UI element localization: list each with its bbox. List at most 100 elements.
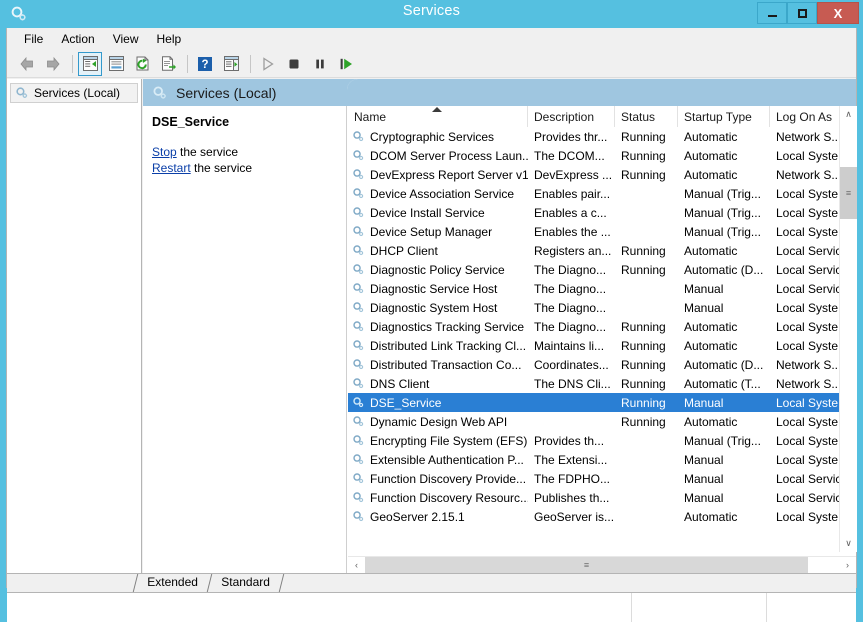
table-row[interactable]: Device Setup Manager Enables the ... Manua… bbox=[348, 222, 839, 241]
cell-log-on-as: Local Servic bbox=[776, 262, 839, 277]
maximize-button[interactable] bbox=[787, 2, 817, 24]
cell-status: Running bbox=[621, 376, 666, 391]
column-header-log-on-as[interactable]: Log On As bbox=[770, 106, 839, 127]
cell-startup-type: Manual (Trig... bbox=[684, 224, 761, 239]
cell-startup-type: Automatic bbox=[684, 414, 738, 429]
cell-log-on-as: Local Syste.. bbox=[776, 433, 839, 448]
service-name-text: Diagnostic System Host bbox=[370, 300, 498, 315]
cell-startup-type: Automatic bbox=[684, 148, 738, 163]
cell-description: The Diagno... bbox=[534, 319, 607, 334]
service-name-text: Dynamic Design Web API bbox=[370, 414, 508, 429]
cell-startup-type: Manual bbox=[684, 281, 724, 296]
table-row[interactable]: GeoServer 2.15.1 GeoServer is... Automatic… bbox=[348, 507, 839, 526]
stop-service-link[interactable]: Stop bbox=[152, 145, 177, 159]
vertical-scrollbar[interactable]: ∧ ≡ ∨ bbox=[839, 106, 857, 552]
tab-standard[interactable]: Standard bbox=[206, 574, 284, 592]
cell-log-on-as: Local Syste.. bbox=[776, 395, 839, 410]
scroll-down-button[interactable]: ∨ bbox=[840, 535, 857, 552]
column-header-startup-type[interactable]: Startup Type bbox=[678, 106, 770, 127]
table-row[interactable]: Device Association Service Enables pair..… bbox=[348, 184, 839, 203]
export-list-button[interactable] bbox=[156, 52, 180, 76]
scroll-right-button[interactable]: › bbox=[839, 556, 856, 574]
scroll-left-button[interactable]: ‹ bbox=[348, 556, 365, 574]
table-row[interactable]: Diagnostics Tracking Service The Diagno..… bbox=[348, 317, 839, 336]
restart-service-link[interactable]: Restart bbox=[152, 161, 191, 175]
forward-button[interactable] bbox=[41, 52, 65, 76]
table-row[interactable]: Function Discovery Provide... The FDPHO..… bbox=[348, 469, 839, 488]
cell-log-on-as: Local Servic bbox=[776, 243, 839, 258]
table-row[interactable]: Cryptographic Services Provides thr... Run… bbox=[348, 127, 839, 146]
menu-file[interactable]: File bbox=[15, 30, 52, 48]
table-row[interactable]: Distributed Transaction Co... Coordinates… bbox=[348, 355, 839, 374]
cell-description: The FDPHO... bbox=[534, 471, 611, 486]
properties-button[interactable] bbox=[104, 52, 128, 76]
table-row[interactable]: Distributed Link Tracking Cl... Maintains… bbox=[348, 336, 839, 355]
help-button[interactable]: ? bbox=[193, 52, 217, 76]
service-name-text: Extensible Authentication P... bbox=[370, 452, 524, 467]
table-row[interactable]: Function Discovery Resourc... Publishes t… bbox=[348, 488, 839, 507]
service-gear-icon bbox=[352, 453, 365, 466]
table-row[interactable]: DevExpress Report Server v1... DevExpress… bbox=[348, 165, 839, 184]
details-pane: Services (Local) DSE_Service Stop the se… bbox=[143, 79, 857, 574]
vertical-scroll-thumb[interactable]: ≡ bbox=[840, 167, 857, 219]
minimize-icon bbox=[767, 14, 777, 17]
cell-description: Provides thr... bbox=[534, 129, 608, 144]
pane-header-rounded-edge bbox=[347, 79, 856, 106]
show-hide-tree-button[interactable] bbox=[78, 51, 102, 76]
table-row[interactable]: Diagnostic Policy Service The Diagno... Ru… bbox=[348, 260, 839, 279]
restart-service-line: Restart the service bbox=[152, 161, 336, 175]
vertical-scroll-track[interactable]: ≡ bbox=[840, 123, 857, 535]
menu-view[interactable]: View bbox=[104, 30, 148, 48]
show-action-pane-button[interactable] bbox=[219, 52, 243, 76]
cell-description: The DNS Cli... bbox=[534, 376, 611, 391]
menu-action[interactable]: Action bbox=[52, 30, 103, 48]
table-row[interactable]: DSE_Service Running Manual Local Syste.. bbox=[348, 393, 839, 412]
service-name-text: DHCP Client bbox=[370, 243, 438, 258]
toolbar-separator-2 bbox=[187, 54, 188, 73]
table-row[interactable]: DCOM Server Process Laun... The DCOM... Ru… bbox=[348, 146, 839, 165]
table-row[interactable]: DNS Client The DNS Cli... Running Automatic… bbox=[348, 374, 839, 393]
table-row[interactable]: Diagnostic Service Host The Diagno... Manu… bbox=[348, 279, 839, 298]
tab-standard-label: Standard bbox=[220, 575, 270, 589]
cell-status: Running bbox=[621, 319, 666, 334]
service-gear-icon bbox=[352, 301, 365, 314]
pause-service-button[interactable] bbox=[308, 52, 332, 76]
column-header-name[interactable]: Name bbox=[348, 106, 528, 127]
console-tree-pane: Services (Local) bbox=[7, 79, 142, 573]
table-row[interactable]: Dynamic Design Web API Running Automatic Lo… bbox=[348, 412, 839, 431]
cell-startup-type: Automatic (D... bbox=[684, 357, 764, 372]
sidebar-item-services-local[interactable]: Services (Local) bbox=[10, 83, 138, 103]
cell-log-on-as: Local Syste.. bbox=[776, 300, 839, 315]
menu-help[interactable]: Help bbox=[148, 30, 191, 48]
scroll-up-button[interactable]: ∧ bbox=[840, 106, 857, 123]
service-name-text: Device Install Service bbox=[370, 205, 485, 220]
column-header-description[interactable]: Description bbox=[528, 106, 615, 127]
horizontal-scroll-thumb[interactable]: ≡ bbox=[365, 556, 808, 574]
close-button[interactable]: X bbox=[817, 2, 859, 24]
cell-description: DevExpress ... bbox=[534, 167, 613, 182]
table-row[interactable]: Extensible Authentication P... The Extens… bbox=[348, 450, 839, 469]
horizontal-scroll-track[interactable] bbox=[808, 556, 839, 574]
table-row[interactable]: Diagnostic System Host The Diagno... Manua… bbox=[348, 298, 839, 317]
cell-startup-type: Manual (Trig... bbox=[684, 205, 761, 220]
table-row[interactable]: DHCP Client Registers an... Running Automat… bbox=[348, 241, 839, 260]
refresh-icon bbox=[136, 56, 148, 71]
column-header-log-on-as-label: Log On As bbox=[776, 109, 833, 124]
tab-extended[interactable]: Extended bbox=[132, 574, 211, 592]
minimize-button[interactable] bbox=[757, 2, 787, 24]
cell-status: Running bbox=[621, 129, 666, 144]
horizontal-scrollbar[interactable]: ‹ ≡ › bbox=[348, 556, 856, 574]
table-row[interactable]: Device Install Service Enables a c... Manu… bbox=[348, 203, 839, 222]
start-service-button[interactable] bbox=[256, 52, 280, 76]
column-header-status[interactable]: Status bbox=[615, 106, 678, 127]
sort-ascending-icon bbox=[431, 107, 442, 112]
cell-service-name: Device Association Service bbox=[348, 187, 528, 201]
stop-service-button[interactable] bbox=[282, 52, 306, 76]
table-row[interactable]: Encrypting File System (EFS) Provides th.… bbox=[348, 431, 839, 450]
restart-service-button[interactable] bbox=[334, 52, 358, 76]
service-name-text: Diagnostic Policy Service bbox=[370, 262, 505, 277]
cell-log-on-as: Local Syste.. bbox=[776, 452, 839, 467]
refresh-button[interactable] bbox=[130, 52, 154, 76]
back-button[interactable] bbox=[15, 52, 39, 76]
service-gear-icon bbox=[352, 415, 365, 428]
